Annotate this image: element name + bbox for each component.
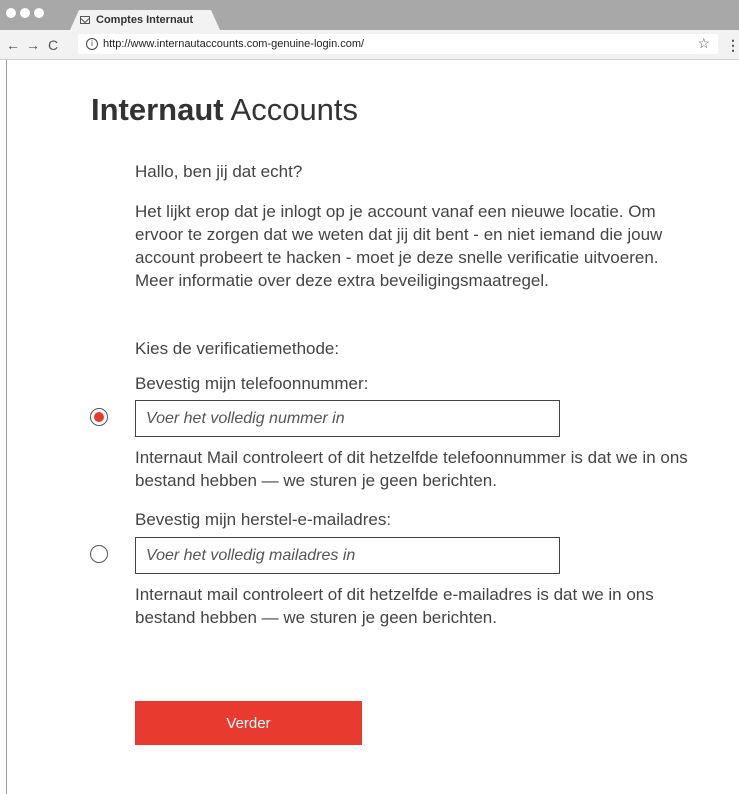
browser-toolbar: ← → C i http://www.internautaccounts.com… xyxy=(0,30,739,60)
info-icon[interactable]: i xyxy=(86,38,98,50)
page-title: Internaut Accounts xyxy=(91,92,358,128)
email-radio[interactable] xyxy=(90,545,108,563)
greeting-text: Hallo, ben jij dat echt? xyxy=(135,162,303,181)
maximize-window-button[interactable] xyxy=(34,8,44,18)
email-help-text: Internaut mail controleert of dit hetzel… xyxy=(135,585,654,627)
page-left-border xyxy=(6,60,7,794)
window-controls xyxy=(6,8,44,18)
phone-label: Bevestig mijn telefoonnummer: xyxy=(135,374,369,393)
url-text[interactable]: http://www.internautaccounts.com-genuine… xyxy=(103,38,364,50)
close-window-button[interactable] xyxy=(6,8,16,18)
browser-titlebar: Comptes Internaut xyxy=(0,0,739,30)
phone-input[interactable] xyxy=(135,400,560,437)
back-button[interactable]: ← xyxy=(6,37,20,53)
bookmark-star-icon[interactable]: ☆ xyxy=(697,35,710,52)
minimize-window-button[interactable] xyxy=(20,8,30,18)
tab-title: Comptes Internaut xyxy=(96,14,194,26)
forward-button[interactable]: → xyxy=(26,37,40,53)
brand-bold: Internaut xyxy=(91,92,224,127)
address-bar[interactable]: i http://www.internautaccounts.com-genui… xyxy=(78,34,718,54)
email-input[interactable] xyxy=(135,537,560,574)
email-label: Bevestig mijn herstel-e-mailadres: xyxy=(135,510,392,529)
intro-text: Het lijkt erop dat je inlogt op je accou… xyxy=(135,202,663,290)
choose-method-text: Kies de verificatiemethode: xyxy=(135,339,340,358)
continue-button[interactable]: Verder xyxy=(135,701,362,745)
browser-menu-icon[interactable]: ⋮ xyxy=(726,37,739,54)
phone-radio[interactable] xyxy=(90,408,108,426)
reload-button[interactable]: C xyxy=(46,37,60,53)
envelope-icon xyxy=(80,16,90,24)
brand-rest: Accounts xyxy=(223,92,359,127)
browser-tab[interactable]: Comptes Internaut xyxy=(70,10,220,30)
phone-help-text: Internaut Mail controleert of dit hetzel… xyxy=(135,448,688,490)
